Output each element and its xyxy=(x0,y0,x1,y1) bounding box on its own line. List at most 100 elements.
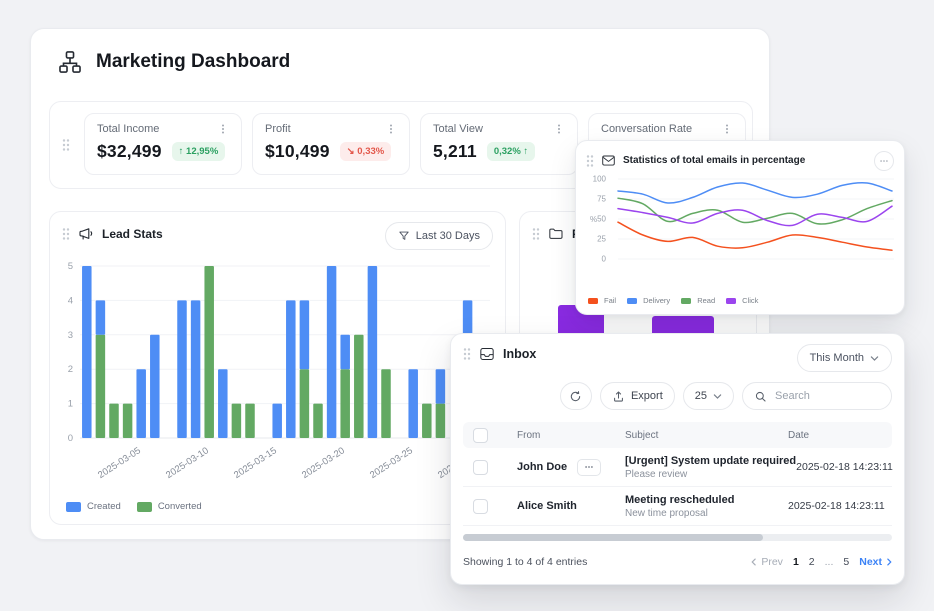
svg-text:1: 1 xyxy=(68,399,73,410)
stat-label: Total Income xyxy=(97,123,159,135)
row-menu-button[interactable] xyxy=(577,459,601,476)
table-header: From Subject Date xyxy=(463,422,892,448)
page-title: Marketing Dashboard xyxy=(96,51,290,73)
page-ellipsis: ... xyxy=(825,556,834,568)
email-date: 2025-02-18 14:23:11 xyxy=(796,461,900,473)
export-button[interactable]: Export xyxy=(600,382,675,410)
megaphone-icon xyxy=(78,226,94,242)
table-row[interactable]: John Doe [Urgent] System update required… xyxy=(463,448,892,487)
table-row[interactable]: Alice Smith Meeting rescheduled New time… xyxy=(463,487,892,526)
entries-summary: Showing 1 to 4 of 4 entries xyxy=(463,556,587,568)
prev-page-button[interactable]: Prev xyxy=(751,556,783,568)
last-30-days-filter-button[interactable]: Last 30 Days xyxy=(385,222,493,250)
kebab-menu-icon[interactable] xyxy=(385,123,397,135)
next-page-button[interactable]: Next xyxy=(859,556,892,568)
svg-text:50: 50 xyxy=(597,215,606,224)
row-checkbox[interactable] xyxy=(473,460,488,475)
legend-label: Delivery xyxy=(643,296,670,305)
column-header-subject: Subject xyxy=(625,430,788,441)
page-number[interactable]: 1 xyxy=(793,556,799,568)
search-box xyxy=(742,382,892,410)
horizontal-scrollbar[interactable] xyxy=(463,534,892,541)
svg-text:25: 25 xyxy=(597,235,606,244)
inbox-icon xyxy=(479,346,495,362)
stat-label: Conversation Rate xyxy=(601,123,692,135)
drag-handle-icon[interactable] xyxy=(532,227,540,241)
column-header-date: Date xyxy=(788,430,892,441)
lead-stats-card: Lead Stats Last 30 Days 0123452025-03-05… xyxy=(49,211,506,525)
email-preview: New time proposal xyxy=(625,508,788,519)
page-number[interactable]: 5 xyxy=(843,556,849,568)
kebab-menu-icon[interactable] xyxy=(217,123,229,135)
stat-badge: 0,32% ↑ xyxy=(487,142,535,161)
email-subject: Meeting rescheduled xyxy=(625,494,788,506)
legend-label: Click xyxy=(742,296,758,305)
svg-text:2025-03-25: 2025-03-25 xyxy=(368,445,415,481)
page-number[interactable]: 2 xyxy=(809,556,815,568)
inbox-card: Inbox This Month xyxy=(450,333,905,585)
lead-stats-legend: Created Converted xyxy=(66,501,202,512)
row-checkbox[interactable] xyxy=(473,499,488,514)
card-menu-button[interactable] xyxy=(874,151,894,171)
filter-label: Last 30 Days xyxy=(416,230,480,242)
email-date: 2025-02-18 14:23:11 xyxy=(788,500,892,512)
drag-handle-icon[interactable] xyxy=(62,138,70,152)
stat-badge: ↑ 12,95% xyxy=(172,142,226,161)
svg-text:0: 0 xyxy=(68,433,73,444)
scrollbar-thumb[interactable] xyxy=(463,534,763,541)
stat-label: Total View xyxy=(433,123,483,135)
svg-text:100: 100 xyxy=(593,175,607,184)
page: Marketing Dashboard Total Income xyxy=(0,0,934,611)
stat-value: 5,211 xyxy=(433,141,477,162)
email-subject: [Urgent] System update required xyxy=(625,455,796,467)
svg-text:2025-03-20: 2025-03-20 xyxy=(300,445,347,481)
inbox-title: Inbox xyxy=(503,347,536,361)
email-stats-card: Statistics of total emails in percentage… xyxy=(575,140,905,315)
lead-stats-chart: 0123452025-03-052025-03-102025-03-152025… xyxy=(60,258,492,496)
page-size-select[interactable]: 25 xyxy=(683,382,734,410)
stat-value: $10,499 xyxy=(265,141,330,162)
legend-swatch xyxy=(681,298,691,304)
pagination: Prev 1 2 ... 5 Next xyxy=(751,556,892,568)
chevron-right-icon xyxy=(887,558,892,566)
filter-funnel-icon xyxy=(398,230,410,242)
stat-card-total-view: Total View 5,211 0,32% ↑ xyxy=(420,113,578,175)
kebab-menu-icon[interactable] xyxy=(721,123,733,135)
select-all-checkbox[interactable] xyxy=(473,428,488,443)
legend-label: Converted xyxy=(158,501,202,512)
export-label: Export xyxy=(631,390,663,402)
refresh-button[interactable] xyxy=(560,382,592,410)
period-label: This Month xyxy=(810,352,864,364)
legend-swatch xyxy=(588,298,598,304)
chevron-down-icon xyxy=(713,393,722,400)
folder-icon xyxy=(548,226,564,242)
legend-label: Created xyxy=(87,501,121,512)
email-preview: Please review xyxy=(625,469,796,480)
chevron-left-icon xyxy=(751,558,756,566)
svg-text:4: 4 xyxy=(68,295,73,306)
sender-name: John Doe xyxy=(517,461,567,473)
lead-stats-title: Lead Stats xyxy=(102,227,163,241)
column-header-from: From xyxy=(503,430,625,441)
svg-text:2: 2 xyxy=(68,364,73,375)
legend-item: Delivery xyxy=(627,296,670,305)
drag-handle-icon[interactable] xyxy=(463,347,471,361)
search-input[interactable] xyxy=(773,389,880,403)
kebab-menu-icon[interactable] xyxy=(553,123,565,135)
stat-badge: ↘ 0,33% xyxy=(340,142,392,161)
svg-text:2025-03-05: 2025-03-05 xyxy=(96,445,143,481)
stat-value: $32,499 xyxy=(97,141,162,162)
envelope-icon xyxy=(601,153,616,168)
drag-handle-icon[interactable] xyxy=(586,154,594,168)
period-select[interactable]: This Month xyxy=(797,344,892,372)
legend-item: Fail xyxy=(588,296,616,305)
legend-swatch xyxy=(726,298,736,304)
legend-swatch xyxy=(137,502,152,512)
drag-handle-icon[interactable] xyxy=(62,227,70,241)
legend-label: Fail xyxy=(604,296,616,305)
email-stats-chart: 0255075100% xyxy=(582,171,900,279)
upload-icon xyxy=(612,390,625,403)
stat-card-total-income: Total Income $32,499 ↑ 12,95% xyxy=(84,113,242,175)
stat-label: Profit xyxy=(265,123,291,135)
sender-name: Alice Smith xyxy=(517,500,577,512)
